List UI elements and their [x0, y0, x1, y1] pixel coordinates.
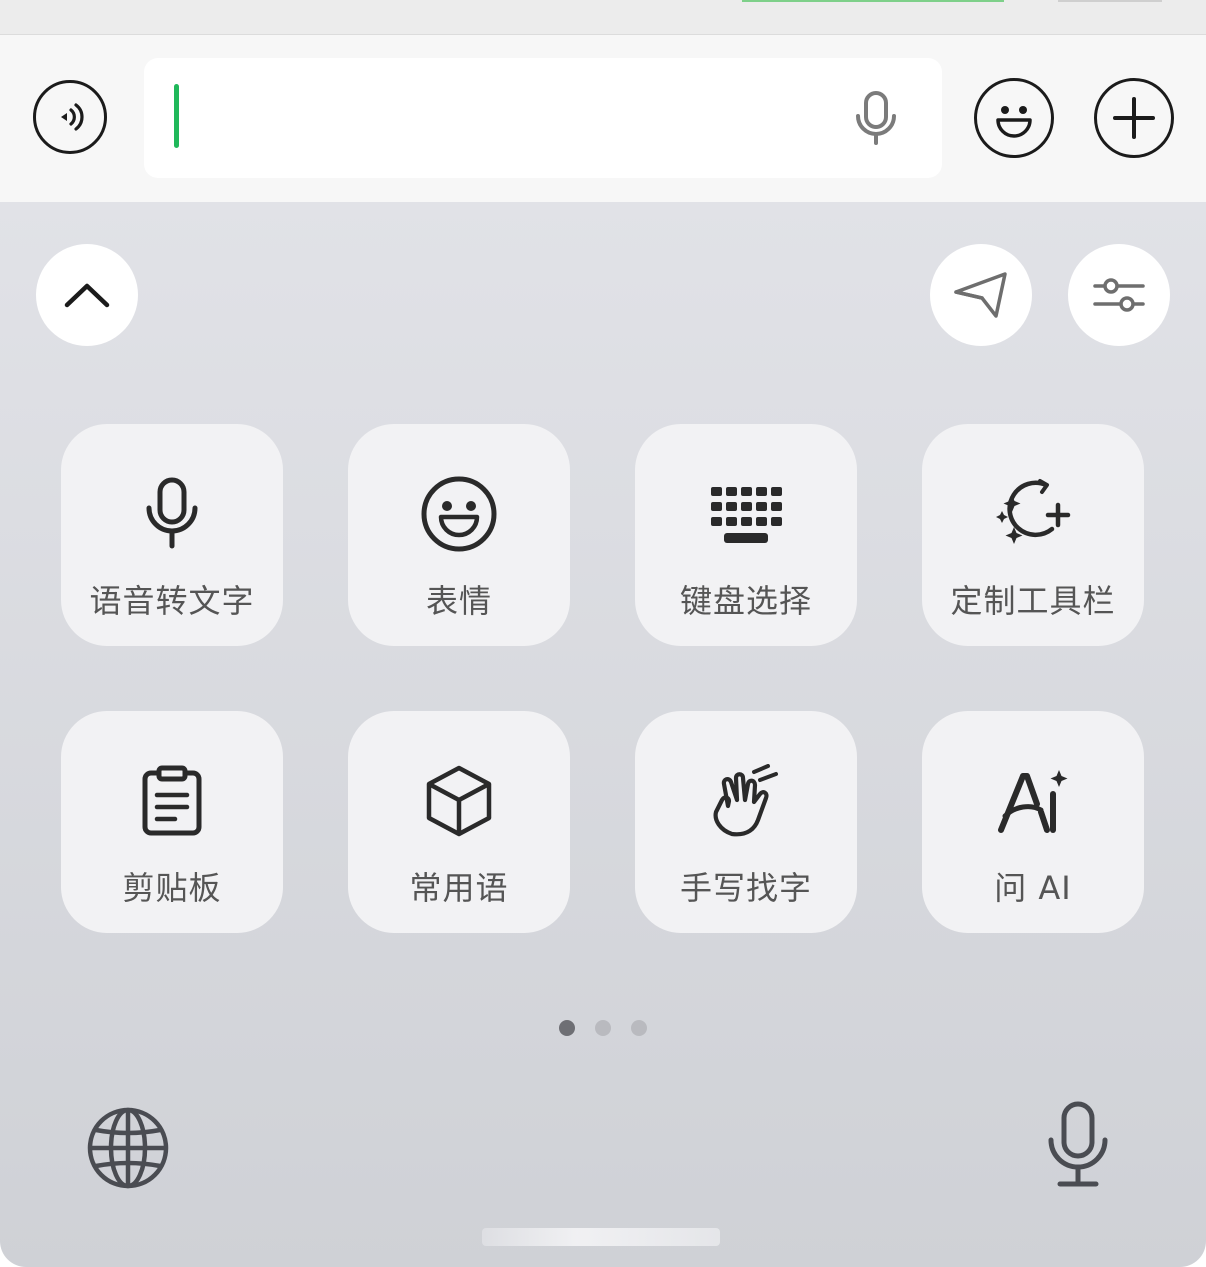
tile-common-phrases[interactable]: 常用语	[348, 711, 570, 933]
message-input[interactable]	[144, 58, 942, 178]
keyboard-icon	[706, 474, 786, 554]
ai-sparkle-icon	[993, 761, 1073, 841]
smiley-icon	[419, 474, 499, 554]
keyboard-toolbar-panel: 语音转文字 表情 键盘选择 定制工具栏 剪贴板 常用语 手写找字 问 AI	[0, 202, 1206, 1267]
dictation-button[interactable]	[1046, 1100, 1110, 1190]
clipboard-icon	[132, 761, 212, 841]
sliders-icon	[1091, 272, 1147, 318]
cube-icon	[419, 761, 499, 841]
chevron-up-icon	[62, 280, 112, 310]
home-indicator	[482, 1228, 720, 1246]
microphone-icon	[132, 474, 212, 554]
globe-icon	[86, 1106, 170, 1190]
page-dot[interactable]	[595, 1020, 611, 1036]
paper-plane-icon	[952, 270, 1010, 320]
smiley-icon	[984, 88, 1044, 148]
status-indicator-line-gray	[1058, 0, 1162, 2]
tile-label: 键盘选择	[679, 582, 812, 620]
page-dot-active[interactable]	[559, 1020, 575, 1036]
tile-label: 剪贴板	[122, 869, 222, 907]
tile-label: 定制工具栏	[950, 582, 1116, 620]
tile-handwriting[interactable]: 手写找字	[635, 711, 857, 933]
tile-keyboard-select[interactable]: 键盘选择	[635, 424, 857, 646]
top-strip	[0, 0, 1206, 35]
page-indicator	[559, 1020, 649, 1036]
status-indicator-line	[742, 0, 1004, 2]
voice-toggle-button[interactable]	[33, 80, 107, 154]
input-bar	[0, 35, 1206, 202]
tile-ask-ai[interactable]: 问 AI	[922, 711, 1144, 933]
tile-voice-to-text[interactable]: 语音转文字	[61, 424, 283, 646]
tile-label: 常用语	[409, 869, 509, 907]
field-microphone-icon[interactable]	[852, 90, 900, 148]
tile-label: 问 AI	[994, 869, 1072, 907]
voice-wave-icon	[50, 97, 90, 137]
tile-label: 语音转文字	[89, 582, 255, 620]
collapse-button[interactable]	[36, 244, 138, 346]
plus-button[interactable]	[1094, 78, 1174, 158]
settings-button[interactable]	[1068, 244, 1170, 346]
globe-button[interactable]	[86, 1106, 170, 1190]
sparkle-moon-plus-icon	[993, 474, 1073, 554]
keyboard-screen: 语音转文字 表情 键盘选择 定制工具栏 剪贴板 常用语 手写找字 问 AI	[0, 0, 1206, 1267]
tile-label: 表情	[425, 582, 492, 620]
tile-clipboard[interactable]: 剪贴板	[61, 711, 283, 933]
tile-label: 手写找字	[679, 869, 812, 907]
send-button[interactable]	[930, 244, 1032, 346]
microphone-icon	[1046, 1100, 1110, 1190]
tile-customize-toolbar[interactable]: 定制工具栏	[922, 424, 1144, 646]
emoji-button[interactable]	[974, 78, 1054, 158]
text-caret	[174, 84, 179, 148]
page-dot[interactable]	[631, 1020, 647, 1036]
hand-gesture-icon	[706, 761, 786, 841]
tile-emoji[interactable]: 表情	[348, 424, 570, 646]
plus-icon	[1109, 93, 1159, 143]
